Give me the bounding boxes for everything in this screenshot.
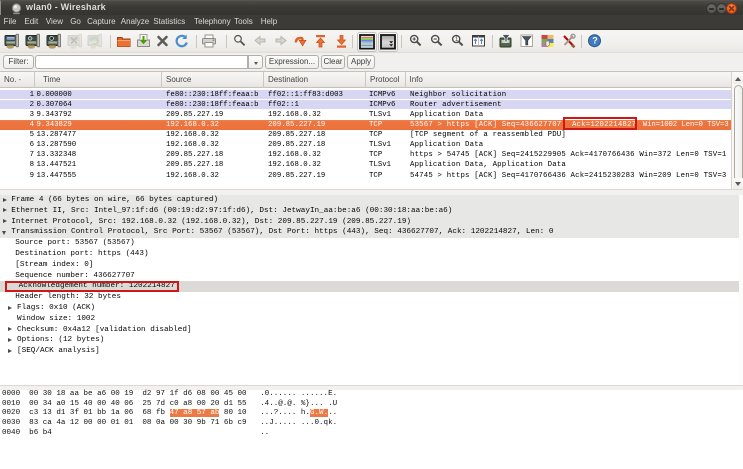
svg-text:?: ? <box>592 36 598 46</box>
